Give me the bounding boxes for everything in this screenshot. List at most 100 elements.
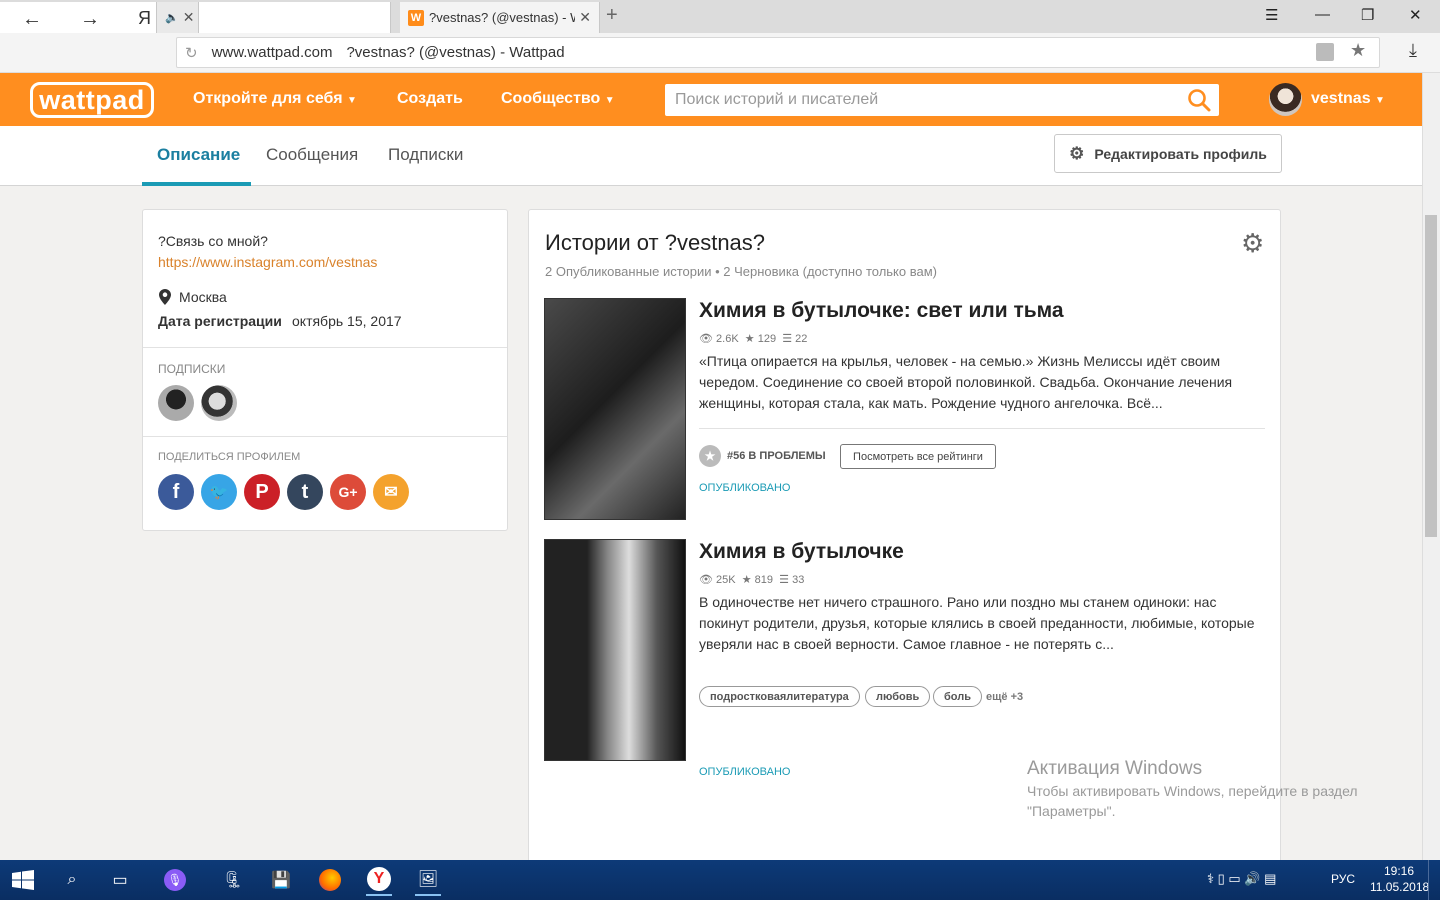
nav-community[interactable]: Сообщество ▼ [501,90,615,108]
about-text: ?Связь со мной? [158,233,268,249]
tab-about[interactable]: Описание [157,145,240,165]
activation-watermark-text: Чтобы активировать Windows, перейдите в … [1027,783,1358,799]
yandex-logo-icon[interactable]: Я [138,8,151,29]
close-tab-icon[interactable]: ✕ [579,9,591,26]
address-bar[interactable]: ↻ www.wattpad.com ?vestnas? (@vestnas) -… [176,37,1380,68]
divider [699,428,1265,429]
windows-start-icon[interactable] [12,870,34,890]
reads-count: 2.6K [716,333,739,345]
tab-messages[interactable]: Сообщения [266,145,358,165]
url-title: ?vestnas? (@vestnas) - Wattpad [346,44,565,61]
tab-following[interactable]: Подписки [388,145,463,165]
chevron-down-icon: ▼ [604,95,615,106]
instagram-link[interactable]: https://www.instagram.com/vestnas [158,254,377,270]
floppy-icon[interactable]: 💾 [268,868,294,892]
app-icon[interactable]: 🗜 [220,868,246,892]
cortana-icon[interactable]: 🎙 [162,868,188,892]
rank-text: #56 В ПРОБЛЕМЫ [727,450,826,462]
edit-profile-button[interactable]: ⚙ Редактировать профиль [1054,134,1282,173]
stories-title: Истории от ?vestnas? [545,230,766,255]
divider [143,347,507,348]
search-input[interactable] [665,84,1219,116]
language-indicator[interactable]: РУС [1331,872,1355,886]
star-icon: ★ [741,574,752,586]
google-plus-icon[interactable]: G+ [330,474,366,510]
location: Москва [179,289,227,305]
more-tags-link[interactable]: ещё +3 [986,691,1023,703]
wattpad-logo[interactable]: wattpad [30,82,154,118]
chevron-down-icon: ▼ [347,95,357,106]
bookmark-star-icon[interactable]: ★ [1350,40,1366,61]
edit-profile-label: Редактировать профиль [1094,145,1267,162]
download-icon[interactable]: ⤓ [1409,40,1417,61]
close-window-icon[interactable]: ✕ [1409,6,1422,24]
activation-watermark-text: "Параметры". [1027,803,1116,819]
forward-arrow-icon[interactable]: → [80,8,100,31]
rank-badge-icon: ★ [699,445,721,467]
stories-subtitle: 2 Опубликованные истории • 2 Черновика (… [545,264,937,279]
status-published: ОПУБЛИКОВАНО [699,482,791,494]
url-domain: www.wattpad.com [211,44,333,61]
search-icon[interactable] [1186,87,1212,113]
story-title[interactable]: Химия в бутылочке [699,540,904,564]
clock-time[interactable]: 19:16 [1384,864,1414,878]
firefox-icon[interactable] [317,868,343,892]
activation-watermark-title: Активация Windows [1027,758,1203,779]
votes-count: 129 [757,333,777,345]
minimize-icon[interactable]: — [1315,6,1330,23]
email-icon[interactable]: ✉ [373,474,409,510]
view-rankings-button[interactable]: Посмотреть все рейтинги [840,444,996,469]
gear-icon[interactable]: ⚙ [1241,228,1264,259]
username-label: vestnas [1311,90,1371,107]
share-label: ПОДЕЛИТЬСЯ ПРОФИЛЕМ [158,451,301,463]
new-tab-icon[interactable]: + [606,4,618,27]
yandex-browser-icon[interactable]: Y [366,864,392,896]
avatar[interactable] [1269,83,1302,116]
tumblr-icon[interactable]: t [287,474,323,510]
facebook-icon[interactable]: f [158,474,194,510]
story-stats: 👁 25K ★ 819 ☰ 33 [699,573,804,586]
tag-pill[interactable]: любовь [865,686,931,707]
story-cover[interactable] [544,298,686,520]
list-icon: ☰ [782,333,793,345]
clock-date[interactable]: 11.05.2018 [1370,880,1429,894]
eye-icon: 👁 [699,333,713,345]
active-tab-underline [142,182,251,186]
story-stats: 👁 2.6K ★ 129 ☰ 22 [699,332,807,345]
location-pin-icon [159,289,171,305]
menu-icon[interactable]: ☰ [1265,6,1278,24]
pinterest-icon[interactable]: P [244,474,280,510]
browser-tab-audio[interactable]: 🔈 ✕ [157,2,199,33]
tag-pill[interactable]: боль [933,686,982,707]
eye-icon: 👁 [699,574,713,586]
twitter-icon[interactable]: 🐦 [201,474,237,510]
image-viewer-icon[interactable]: 🖼 [415,864,441,896]
task-view-icon[interactable]: ▭ [107,868,133,892]
wattpad-favicon-icon: W [408,9,424,26]
lock-icon[interactable] [1316,43,1334,61]
nav-label: Сообщество [501,90,601,107]
nav-label: Откройте для себя [193,90,343,107]
search-icon[interactable]: ⌕ [59,868,85,892]
show-desktop-button[interactable] [1428,860,1440,900]
close-tab-icon[interactable]: ✕ [183,9,195,26]
following-avatar[interactable] [158,385,194,421]
following-avatar[interactable] [201,385,237,421]
browser-tab[interactable] [199,2,391,33]
browser-tab-active[interactable]: W ?vestnas? (@vestnas) - W ✕ [400,2,600,33]
list-icon: ☰ [779,574,790,586]
scrollbar-thumb[interactable] [1425,215,1437,537]
back-arrow-icon[interactable]: ← [22,8,42,31]
reload-icon[interactable]: ↻ [185,44,198,62]
nav-create[interactable]: Создать [397,90,463,108]
story-cover[interactable] [544,539,686,761]
user-menu[interactable]: vestnas ▼ [1311,90,1385,108]
reads-count: 25K [716,574,736,586]
tag-pill[interactable]: подростковаялитература [699,686,860,707]
following-label: ПОДПИСКИ [158,362,226,376]
story-title[interactable]: Химия в бутылочке: свет или тьма [699,299,1064,323]
nav-discover[interactable]: Откройте для себя ▼ [193,90,357,108]
tray-icons[interactable]: ⚕ ▯ ▭ 🔊 ▤ [1207,871,1276,887]
restore-icon[interactable]: ❐ [1361,6,1374,24]
parts-count: 22 [795,333,808,345]
